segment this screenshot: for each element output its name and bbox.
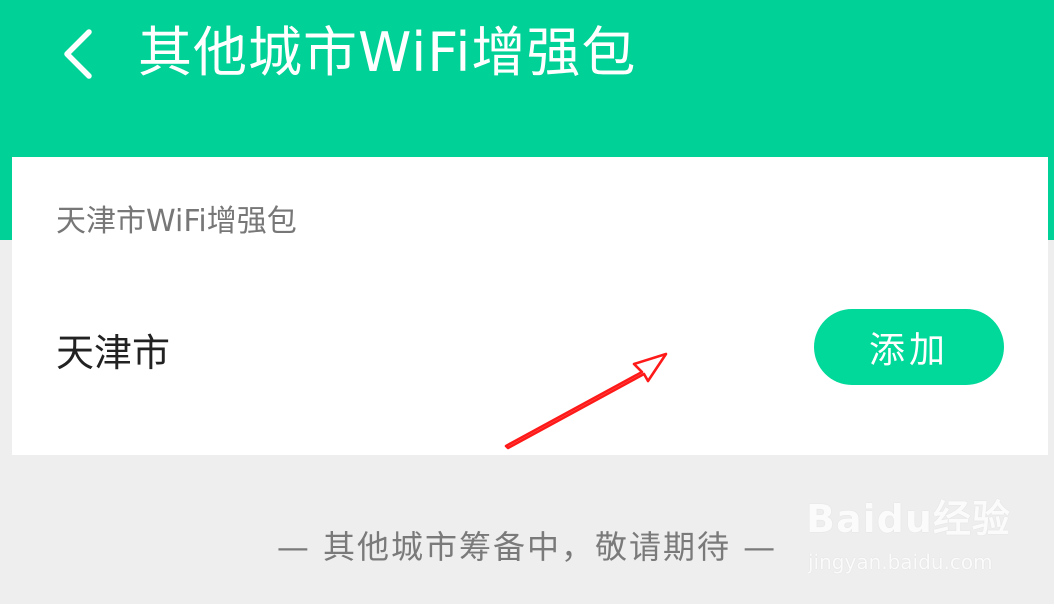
- chevron-left-icon: [64, 29, 92, 79]
- wifi-package-card: 天津市WiFi增强包 天津市 添加: [12, 157, 1048, 455]
- app-screen: 其他城市WiFi增强包 天津市WiFi增强包 天津市 添加 — 其他城市筹备中，…: [0, 0, 1054, 604]
- page-title: 其他城市WiFi增强包: [138, 21, 637, 84]
- back-button[interactable]: [44, 14, 114, 94]
- card-title: 天津市WiFi增强包: [56, 204, 297, 239]
- coming-soon-message: — 其他城市筹备中，敬请期待 —: [276, 528, 778, 566]
- add-button[interactable]: 添加: [814, 309, 1004, 385]
- city-name: 天津市: [56, 331, 171, 375]
